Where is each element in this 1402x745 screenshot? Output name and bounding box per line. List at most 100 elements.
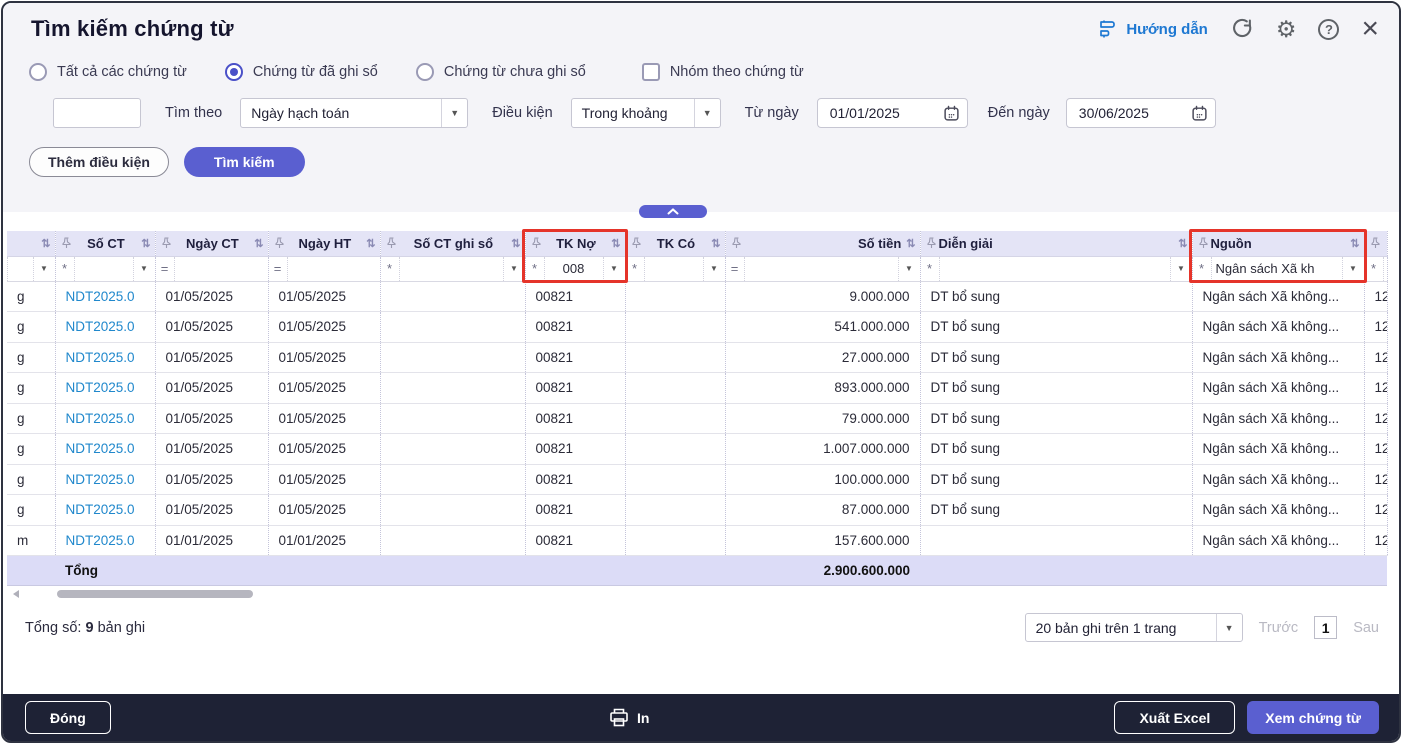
filter-input[interactable] [939, 257, 1170, 281]
calendar-icon[interactable] [1185, 105, 1215, 122]
filter-cell-so_tien[interactable]: =▼ [725, 256, 920, 281]
column-header-so_ct[interactable]: Số CT⇅ [55, 231, 155, 256]
help-icon[interactable]: ? [1318, 19, 1339, 40]
voucher-link[interactable]: NDT2025.0 [56, 441, 155, 456]
filter-operator[interactable]: * [56, 261, 74, 276]
sort-icon[interactable]: ⇅ [906, 237, 915, 250]
column-header-so_tien[interactable]: Số tiền⇅ [725, 231, 920, 256]
checkbox-icon[interactable] [642, 63, 660, 81]
close-icon[interactable]: × [1361, 18, 1379, 40]
pin-icon[interactable] [927, 237, 936, 249]
table-row[interactable]: mNDT2025.001/01/202501/01/202500821157.6… [7, 525, 1387, 556]
horizontal-scrollbar[interactable] [11, 589, 1391, 599]
filter-cell-dien_giai[interactable]: *▼ [920, 256, 1192, 281]
pin-icon[interactable] [732, 237, 741, 249]
close-dialog-button[interactable]: Đóng [25, 701, 111, 734]
cell-so_ct[interactable]: NDT2025.0 [55, 464, 155, 495]
pin-icon[interactable] [275, 237, 284, 249]
guide-link[interactable]: Hướng dẫn [1097, 19, 1208, 39]
condition-select[interactable]: Trong khoảng ▼ [571, 98, 721, 128]
filter-operator[interactable]: = [269, 261, 287, 276]
filter-input[interactable] [399, 257, 503, 281]
voucher-link[interactable]: NDT2025.0 [56, 411, 155, 426]
search-input[interactable] [53, 98, 141, 128]
filter-cell-nguon[interactable]: *Ngân sách Xã kh▼ [1192, 256, 1364, 281]
cell-so_ct[interactable]: NDT2025.0 [55, 373, 155, 404]
filter-operator[interactable]: * [626, 261, 644, 276]
filter-operator[interactable]: * [921, 261, 939, 276]
filter-cell-tk_co[interactable]: *▼ [625, 256, 725, 281]
from-date-input[interactable]: 01/01/2025 [817, 98, 968, 128]
table-row[interactable]: gNDT2025.001/05/202501/05/20250082127.00… [7, 342, 1387, 373]
cell-so_ct[interactable]: NDT2025.0 [55, 281, 155, 312]
filter-dropdown-icon[interactable]: ▼ [1170, 257, 1192, 281]
sort-icon[interactable]: ⇅ [711, 237, 720, 250]
radio-voucher-type-1[interactable]: Chứng từ đã ghi sổ [225, 63, 378, 81]
sort-icon[interactable]: ⇅ [366, 237, 375, 250]
filter-input[interactable] [7, 257, 33, 281]
group-by-voucher-checkbox[interactable]: Nhóm theo chứng từ [642, 63, 804, 81]
column-header-extra[interactable] [1364, 231, 1387, 256]
filter-dropdown-icon[interactable]: ▼ [133, 257, 155, 281]
add-condition-button[interactable]: Thêm điều kiện [29, 147, 169, 177]
filter-operator[interactable]: = [726, 261, 744, 276]
sort-icon[interactable]: ⇅ [511, 237, 520, 250]
cell-so_ct[interactable]: NDT2025.0 [55, 342, 155, 373]
calendar-icon[interactable] [937, 105, 967, 122]
column-header-so_ct_ghi_so[interactable]: Số CT ghi sổ⇅ [380, 231, 525, 256]
pin-icon[interactable] [1371, 237, 1380, 249]
table-row[interactable]: gNDT2025.001/05/202501/05/202500821893.0… [7, 373, 1387, 404]
column-header-ngay_ht[interactable]: Ngày HT⇅ [268, 231, 380, 256]
filter-dropdown-icon[interactable]: ▼ [703, 257, 725, 281]
pin-icon[interactable] [162, 237, 171, 249]
radio-icon[interactable] [225, 63, 243, 81]
table-row[interactable]: gNDT2025.001/05/202501/05/2025008219.000… [7, 281, 1387, 312]
next-page-button[interactable]: Sau [1353, 620, 1379, 636]
filter-dropdown-icon[interactable]: ▼ [1342, 257, 1364, 281]
cell-so_ct[interactable]: NDT2025.0 [55, 495, 155, 526]
column-header-ngay_ct[interactable]: Ngày CT⇅ [155, 231, 268, 256]
radio-icon[interactable] [416, 63, 434, 81]
filter-cell-so_ct[interactable]: *▼ [55, 256, 155, 281]
filter-dropdown-icon[interactable]: ▼ [603, 257, 625, 281]
filter-input[interactable] [744, 257, 898, 281]
search-by-select[interactable]: Ngày hạch toán ▼ [240, 98, 468, 128]
filter-operator[interactable]: = [156, 261, 174, 276]
filter-cell-ngay_ht[interactable]: = [268, 256, 380, 281]
filter-input[interactable] [1383, 257, 1388, 281]
filter-input[interactable] [174, 257, 268, 281]
column-header-c0[interactable]: ⇅ [7, 231, 55, 256]
scrollbar-thumb[interactable] [57, 590, 253, 598]
sort-icon[interactable]: ⇅ [1350, 237, 1359, 250]
filter-cell-c0[interactable]: ▼ [7, 256, 55, 281]
filter-input[interactable] [74, 257, 133, 281]
filter-dropdown-icon[interactable]: ▼ [898, 257, 920, 281]
table-row[interactable]: gNDT2025.001/05/202501/05/202500821541.0… [7, 312, 1387, 343]
voucher-link[interactable]: NDT2025.0 [56, 350, 155, 365]
filter-dropdown-icon[interactable]: ▼ [503, 257, 525, 281]
filter-cell-so_ct_ghi_so[interactable]: *▼ [380, 256, 525, 281]
table-row[interactable]: gNDT2025.001/05/202501/05/20250082187.00… [7, 495, 1387, 526]
prev-page-button[interactable]: Trước [1259, 620, 1299, 636]
current-page-number[interactable]: 1 [1314, 616, 1337, 639]
filter-dropdown-icon[interactable]: ▼ [33, 257, 55, 281]
pin-icon[interactable] [1199, 237, 1208, 249]
voucher-link[interactable]: NDT2025.0 [56, 533, 155, 548]
pin-icon[interactable] [632, 237, 641, 249]
column-header-nguon[interactable]: Nguồn⇅ [1192, 231, 1364, 256]
sort-icon[interactable]: ⇅ [141, 237, 150, 250]
cell-so_ct[interactable]: NDT2025.0 [55, 403, 155, 434]
filter-input[interactable]: 008 [544, 257, 603, 281]
export-excel-button[interactable]: Xuất Excel [1114, 701, 1235, 734]
filter-cell-extra[interactable]: * [1364, 256, 1387, 281]
pin-icon[interactable] [532, 237, 541, 249]
collapse-panel-button[interactable] [639, 205, 707, 218]
column-header-tk_no[interactable]: TK Nợ⇅ [525, 231, 625, 256]
filter-input[interactable] [644, 257, 703, 281]
page-size-select[interactable]: 20 bản ghi trên 1 trang ▼ [1025, 613, 1243, 642]
voucher-link[interactable]: NDT2025.0 [56, 472, 155, 487]
filter-operator[interactable]: * [1193, 261, 1211, 276]
column-header-dien_giai[interactable]: Diễn giải⇅ [920, 231, 1192, 256]
cell-so_ct[interactable]: NDT2025.0 [55, 312, 155, 343]
radio-icon[interactable] [29, 63, 47, 81]
